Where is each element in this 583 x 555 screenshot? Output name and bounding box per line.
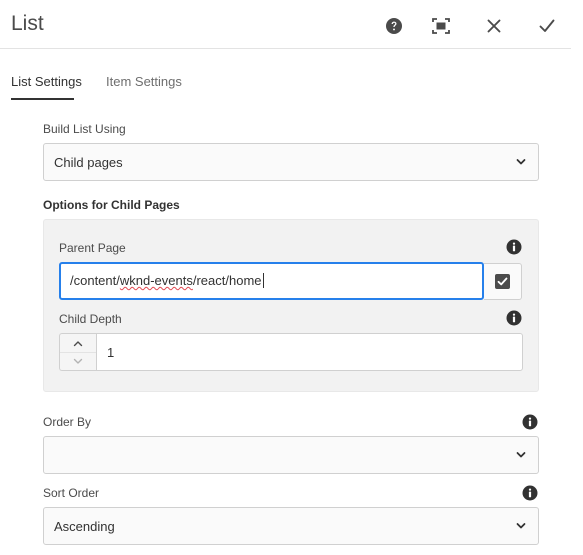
parent-page-input[interactable]: /content/wknd-events/react/home	[59, 262, 484, 300]
list-dialog: List List Settings Item Settings Build L…	[0, 0, 583, 555]
parent-page-value: /content/wknd-events/react/home	[70, 273, 264, 288]
info-icon[interactable]	[522, 414, 538, 430]
sort-order-value: Ascending	[54, 519, 115, 534]
active-tab-indicator	[11, 98, 74, 100]
path-picker-button[interactable]	[484, 263, 522, 300]
chevron-down-icon	[516, 452, 526, 458]
build-list-value: Child pages	[54, 155, 123, 170]
child-depth-input[interactable]: 1	[96, 333, 523, 371]
fullscreen-button[interactable]	[427, 12, 455, 40]
header-divider	[0, 48, 571, 49]
sort-order-select[interactable]: Ascending	[43, 507, 539, 545]
tab-list-settings[interactable]: List Settings	[11, 74, 82, 89]
done-button[interactable]	[533, 12, 561, 40]
build-list-label: Build List Using	[43, 122, 126, 136]
child-depth-stepper	[59, 333, 97, 371]
tab-item-settings[interactable]: Item Settings	[106, 74, 182, 89]
checkmark-icon	[539, 19, 555, 32]
increment-button[interactable]	[60, 334, 96, 352]
chevron-down-icon	[73, 358, 83, 364]
sort-order-label: Sort Order	[43, 486, 100, 500]
parent-page-value-suffix: /react/home	[192, 273, 262, 288]
parent-page-value-misspelled: wknd-events	[119, 273, 193, 288]
child-depth-value: 1	[107, 345, 115, 360]
dialog-header: List	[0, 0, 583, 50]
help-button[interactable]	[380, 12, 408, 40]
help-icon	[386, 18, 402, 34]
fullscreen-icon	[432, 18, 450, 34]
chevron-down-icon	[516, 523, 526, 529]
chevron-down-icon	[516, 159, 526, 165]
order-by-label: Order By	[43, 415, 92, 429]
info-icon[interactable]	[522, 485, 538, 501]
child-depth-label: Child Depth	[59, 312, 122, 326]
parent-page-value-prefix: /content/	[70, 273, 120, 288]
decrement-button[interactable]	[60, 352, 96, 370]
close-button[interactable]	[480, 12, 508, 40]
info-icon[interactable]	[506, 239, 522, 255]
close-icon	[487, 19, 501, 33]
chevron-up-icon	[73, 340, 83, 346]
parent-page-label: Parent Page	[59, 241, 126, 255]
checkbox-checked-icon	[495, 274, 510, 289]
text-caret	[262, 273, 264, 288]
info-icon[interactable]	[506, 310, 522, 326]
dialog-title: List	[11, 12, 44, 35]
build-list-select[interactable]: Child pages	[43, 143, 539, 181]
order-by-select[interactable]	[43, 436, 539, 474]
child-pages-section-title: Options for Child Pages	[43, 198, 180, 212]
